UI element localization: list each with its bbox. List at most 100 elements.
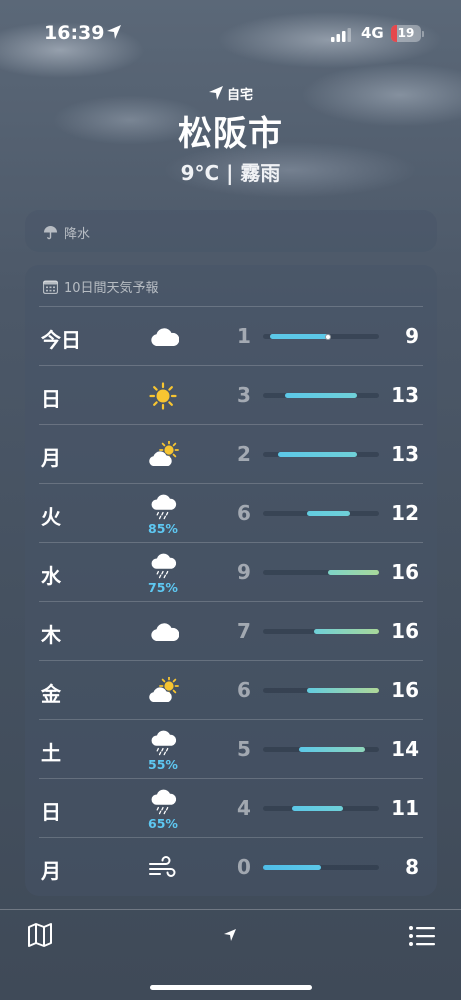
- status-bar: 16:39 4G 19: [0, 0, 461, 64]
- high-temp: 16: [391, 619, 419, 643]
- forecast-day: 日: [41, 387, 61, 411]
- low-temp: 7: [237, 619, 251, 643]
- temp-range-track: [263, 865, 379, 870]
- forecast-condition: [143, 669, 183, 713]
- network-type: 4G: [361, 24, 384, 42]
- temp-range-track: [263, 570, 379, 575]
- low-temp: 3: [237, 383, 251, 407]
- umbrella-icon: [43, 225, 58, 240]
- precip-chance: 55%: [148, 757, 178, 772]
- low-temp: 4: [237, 796, 251, 820]
- forecast-day: 土: [41, 741, 61, 765]
- forecast-day: 今日: [41, 328, 81, 352]
- high-temp: 11: [391, 796, 419, 820]
- forecast-day: 火: [41, 505, 61, 529]
- battery-cap: [422, 31, 424, 37]
- forecast-day: 月: [41, 446, 61, 470]
- forecast-day: 月: [41, 859, 61, 883]
- battery-icon: 19: [391, 25, 421, 42]
- cloud-icon: [151, 328, 179, 346]
- forecast-row[interactable]: 日 3 13: [25, 366, 437, 425]
- temp-range-bar: [306, 511, 350, 516]
- temp-range-bar: [313, 629, 379, 634]
- list-icon[interactable]: [408, 924, 436, 948]
- location-arrow-icon[interactable]: [223, 928, 237, 942]
- precip-chance: 85%: [148, 521, 178, 536]
- forecast-condition: [143, 433, 183, 477]
- high-temp: 12: [391, 501, 419, 525]
- low-temp: 9: [237, 560, 251, 584]
- low-temp: 0: [237, 855, 251, 879]
- high-temp: 14: [391, 737, 419, 761]
- temp-range-bar: [328, 570, 379, 575]
- forecast-day: 金: [41, 682, 61, 706]
- precip-chance: 65%: [148, 816, 178, 831]
- forecast-row[interactable]: 土 55% 5 14: [25, 720, 437, 779]
- temp-range-track: [263, 747, 379, 752]
- forecast-row[interactable]: 今日 1 9: [25, 307, 437, 366]
- signal-icon: [331, 28, 351, 42]
- precipitation-header: 降水: [43, 223, 90, 242]
- status-time: 16:39: [44, 22, 105, 44]
- forecast-row[interactable]: 月 0 8: [25, 838, 437, 897]
- high-temp: 16: [391, 678, 419, 702]
- temp-range-track: [263, 393, 379, 398]
- temp-range-bar: [263, 865, 321, 870]
- high-temp: 9: [405, 324, 419, 348]
- low-temp: 2: [237, 442, 251, 466]
- forecast-day: 木: [41, 623, 61, 647]
- temp-range-track: [263, 806, 379, 811]
- temp-range-track: [263, 688, 379, 693]
- location-header: 自宅 松阪市 9°C | 霧雨: [0, 84, 461, 186]
- forecast-row[interactable]: 月 2 13: [25, 425, 437, 484]
- high-temp: 13: [391, 383, 419, 407]
- rain-icon: [151, 494, 177, 520]
- temp-range-bar: [277, 452, 358, 457]
- precipitation-label: 降水: [64, 227, 91, 242]
- temp-range-track: [263, 629, 379, 634]
- high-temp: 16: [391, 560, 419, 584]
- low-temp: 5: [237, 737, 251, 761]
- battery-level: 19: [397, 26, 415, 40]
- toolbar-divider: [0, 909, 461, 910]
- rain-icon: [151, 553, 177, 579]
- location-arrow-icon: [208, 86, 223, 100]
- home-indicator-row: 自宅: [0, 84, 461, 103]
- forecast-row[interactable]: 金 6 16: [25, 661, 437, 720]
- ten-day-forecast-card[interactable]: 10日間天気予報 今日 1 9 日 3 13 月 2 13 火 85% 6 12 水 75% 9 16 木 7 16 金…: [25, 265, 437, 896]
- temp-range-bar: [270, 334, 329, 339]
- temp-range-bar: [292, 806, 343, 811]
- forecast-header: 10日間天気予報: [43, 277, 159, 296]
- map-icon[interactable]: [27, 922, 53, 948]
- temp-range-bar: [306, 688, 379, 693]
- rain-icon: [151, 789, 177, 815]
- temp-range-bar: [284, 393, 358, 398]
- forecast-rows: 今日 1 9 日 3 13 月 2 13 火 85% 6 12 水 75% 9 16 木 7 16 金 6 16 土 55% 5 1…: [25, 307, 437, 897]
- forecast-day: 水: [41, 564, 61, 588]
- city-name: 松阪市: [178, 114, 283, 154]
- low-temp: 6: [237, 501, 251, 525]
- precipitation-card[interactable]: 降水: [25, 210, 437, 252]
- forecast-row[interactable]: 木 7 16: [25, 602, 437, 661]
- current-conditions: 9°C | 霧雨: [180, 161, 281, 185]
- sun-icon: [149, 382, 177, 410]
- forecast-condition: 55%: [143, 728, 183, 772]
- current-temp-marker: [325, 333, 332, 340]
- high-temp: 13: [391, 442, 419, 466]
- wind-icon: [149, 856, 176, 877]
- partly-cloudy-icon: [149, 677, 179, 702]
- forecast-day: 日: [41, 800, 61, 824]
- forecast-row[interactable]: 日 65% 4 11: [25, 779, 437, 838]
- temp-range-track: [263, 511, 379, 516]
- home-indicator[interactable]: [150, 985, 312, 990]
- forecast-condition: [143, 374, 183, 418]
- forecast-condition: [143, 846, 183, 890]
- forecast-title: 10日間天気予報: [64, 281, 159, 296]
- forecast-row[interactable]: 火 85% 6 12: [25, 484, 437, 543]
- low-temp: 6: [237, 678, 251, 702]
- cloud-icon: [151, 623, 179, 641]
- forecast-condition: [143, 315, 183, 359]
- forecast-row[interactable]: 水 75% 9 16: [25, 543, 437, 602]
- forecast-condition: [143, 610, 183, 654]
- location-active-icon: [107, 25, 121, 39]
